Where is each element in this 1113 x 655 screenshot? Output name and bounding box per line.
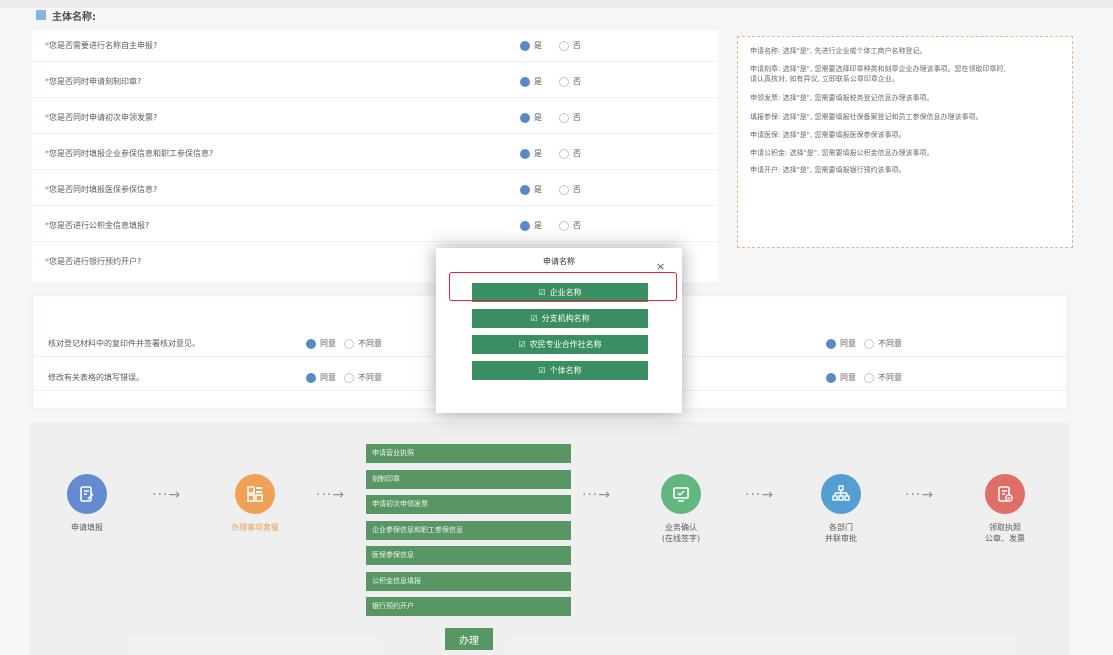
option-cooperative-name-button[interactable]: ☑ 农民专业合作社名称	[472, 335, 648, 354]
highlight-box	[449, 272, 677, 301]
modal-title: 申请名称	[543, 257, 575, 266]
edit-icon: ☑	[530, 314, 538, 323]
option-individual-name-button[interactable]: ☑ 个体名称	[472, 361, 648, 380]
edit-icon: ☑	[538, 366, 546, 375]
edit-icon: ☑	[518, 340, 526, 349]
option-branch-name-button[interactable]: ☑ 分支机构名称	[472, 309, 648, 328]
